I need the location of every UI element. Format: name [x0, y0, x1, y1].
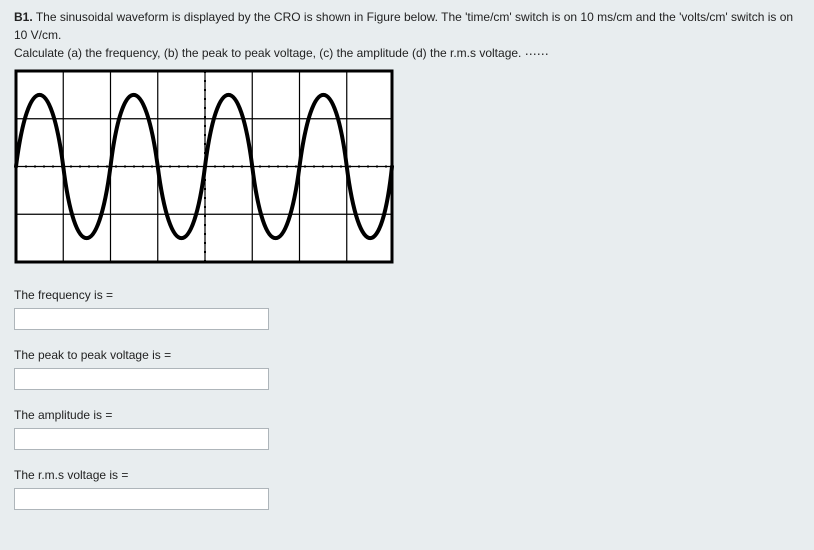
answer-group-amplitude: The amplitude is =: [14, 408, 800, 450]
label-amplitude: The amplitude is =: [14, 408, 800, 422]
input-frequency[interactable]: [14, 308, 269, 330]
oscilloscope-figure: [14, 69, 394, 264]
input-rms[interactable]: [14, 488, 269, 510]
question-text-line1: The sinusoidal waveform is displayed by …: [14, 10, 793, 42]
input-peak-to-peak[interactable]: [14, 368, 269, 390]
label-frequency: The frequency is =: [14, 288, 800, 302]
question-number: B1.: [14, 10, 33, 24]
label-peak-to-peak: The peak to peak voltage is =: [14, 348, 800, 362]
oscilloscope-svg: [14, 69, 394, 264]
input-amplitude[interactable]: [14, 428, 269, 450]
question-header: B1. The sinusoidal waveform is displayed…: [14, 8, 800, 63]
answer-group-peak-to-peak: The peak to peak voltage is =: [14, 348, 800, 390]
answer-group-rms: The r.m.s voltage is =: [14, 468, 800, 510]
label-rms: The r.m.s voltage is =: [14, 468, 800, 482]
annotation-mark: ⋯⋯: [525, 45, 549, 63]
question-text-line2: Calculate (a) the frequency, (b) the pea…: [14, 46, 521, 60]
answer-group-frequency: The frequency is =: [14, 288, 800, 330]
